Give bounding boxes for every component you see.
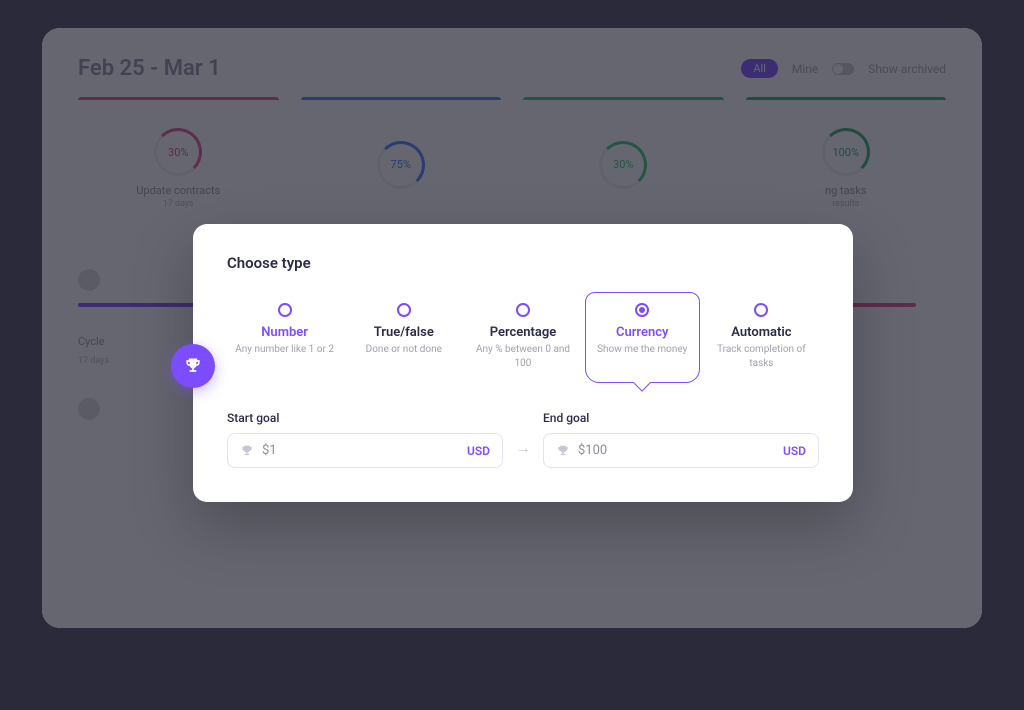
start-goal-value[interactable]: $1 <box>262 443 459 458</box>
radio-icon <box>397 303 411 317</box>
type-options: Number Any number like 1 or 2 True/false… <box>227 292 819 383</box>
currency-label[interactable]: USD <box>783 444 806 458</box>
type-option-truefalse[interactable]: True/false Done or not done <box>346 292 461 383</box>
app-window: Feb 25 - Mar 1 All Mine Show archived 30… <box>42 28 982 628</box>
trophy-icon <box>183 356 203 376</box>
radio-icon <box>278 303 292 317</box>
type-desc: Any number like 1 or 2 <box>234 343 335 357</box>
start-goal-label: Start goal <box>227 411 503 425</box>
type-label: Currency <box>592 325 693 340</box>
type-label: Percentage <box>472 325 573 340</box>
type-desc: Any % between 0 and 100 <box>472 343 573 370</box>
modal-title: Choose type <box>227 254 819 272</box>
radio-icon <box>516 303 530 317</box>
radio-icon <box>635 303 649 317</box>
type-desc: Done or not done <box>353 343 454 357</box>
type-option-percentage[interactable]: Percentage Any % between 0 and 100 <box>465 292 580 383</box>
start-goal-input[interactable]: $1 USD <box>227 433 503 468</box>
currency-label[interactable]: USD <box>467 444 490 458</box>
trophy-icon <box>240 444 254 458</box>
type-desc: Show me the money <box>592 343 693 357</box>
trophy-badge <box>171 344 215 388</box>
arrow-right-icon: → <box>515 438 531 468</box>
type-label: Automatic <box>711 325 812 340</box>
type-desc: Track completion of tasks <box>711 343 812 370</box>
type-label: Number <box>234 325 335 340</box>
type-option-currency[interactable]: Currency Show me the money <box>585 292 700 383</box>
type-option-automatic[interactable]: Automatic Track completion of tasks <box>704 292 819 383</box>
end-goal-input[interactable]: $100 USD <box>543 433 819 468</box>
choose-type-modal: Choose type Number Any number like 1 or … <box>193 224 853 502</box>
end-goal-label: End goal <box>543 411 819 425</box>
type-option-number[interactable]: Number Any number like 1 or 2 <box>227 292 342 383</box>
radio-icon <box>754 303 768 317</box>
type-label: True/false <box>353 325 454 340</box>
end-goal-value[interactable]: $100 <box>578 443 775 458</box>
trophy-icon <box>556 444 570 458</box>
